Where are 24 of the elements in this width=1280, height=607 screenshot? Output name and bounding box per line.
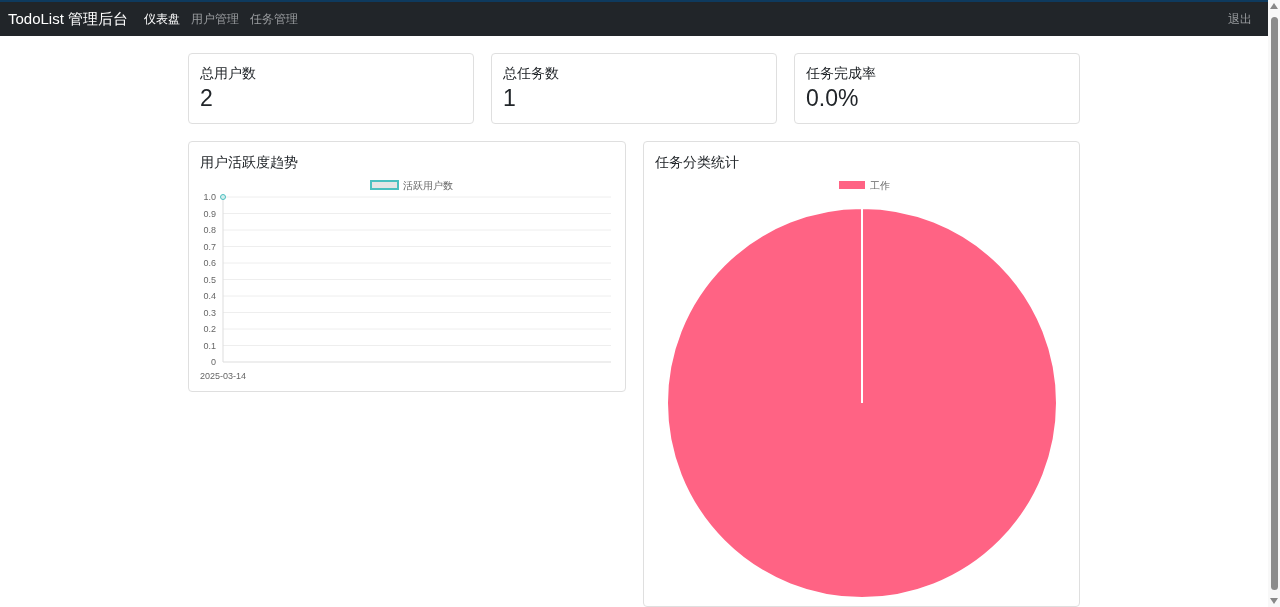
chart-title: 用户活跃度趋势: [199, 153, 299, 172]
legend: 活跃用户数: [370, 180, 453, 191]
y-tick-label: 0.1: [203, 340, 216, 351]
legend-label: 工作: [869, 180, 890, 191]
stat-value: 1: [503, 84, 517, 113]
y-tick-label: 0.8: [203, 225, 216, 235]
legend: 工作: [838, 180, 890, 191]
y-tick-label: 0.6: [203, 258, 216, 268]
y-tick-label: 0.9: [203, 208, 216, 219]
y-tick-label: 0.3: [203, 307, 216, 318]
stat-label: 任务完成率: [806, 64, 877, 83]
y-tick-label: 1.0: [203, 192, 216, 202]
chart-title: 任务分类统计: [653, 153, 740, 172]
y-tick-label: 0.2: [203, 324, 216, 334]
stat-value: 0.0%: [806, 84, 860, 113]
stat-label: 总任务数: [503, 64, 560, 83]
stat-label: 总用户数: [200, 64, 257, 83]
y-tick-label: 0.7: [203, 241, 216, 252]
y-tick-label: 0.4: [203, 291, 216, 301]
y-tick-label: 0.5: [203, 274, 216, 285]
y-tick-label: 0: [211, 357, 216, 367]
stat-value: 2: [200, 84, 214, 113]
legend-label: 活跃用户数: [403, 180, 453, 191]
x-tick-label: 2025-03-14: [200, 371, 246, 381]
